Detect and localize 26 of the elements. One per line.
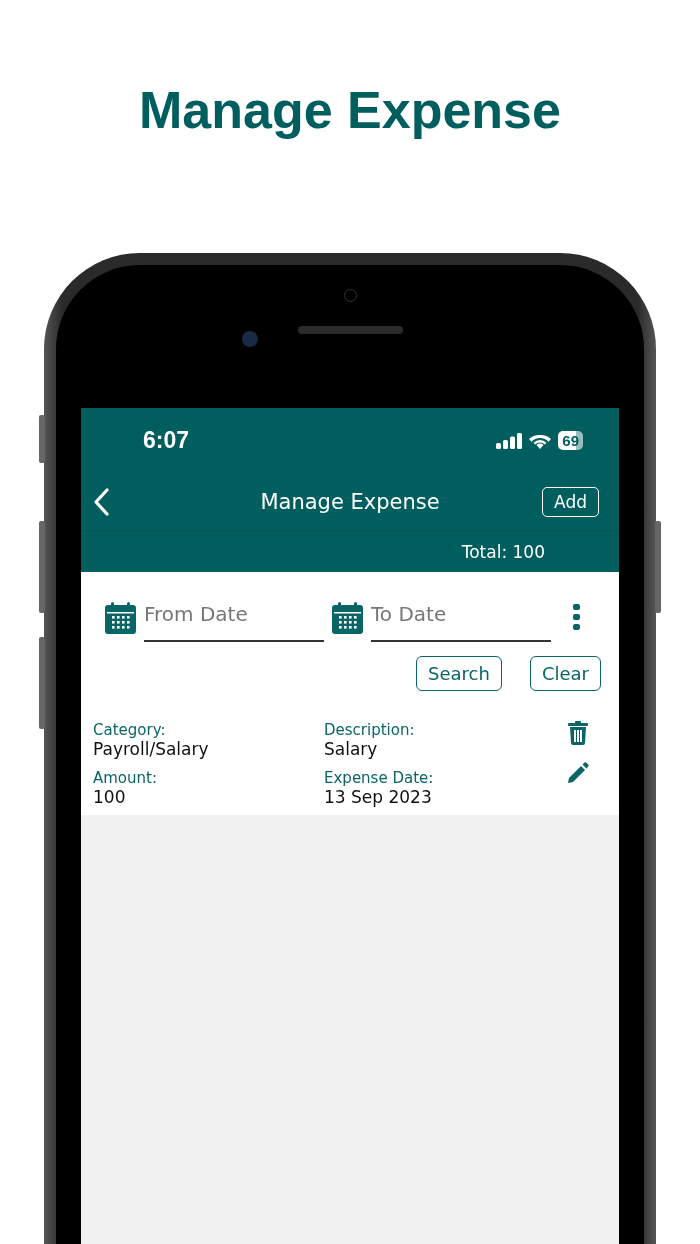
- search-button[interactable]: Search: [416, 656, 502, 691]
- signal-icon: [496, 432, 523, 449]
- field-label: Description:: [324, 721, 416, 739]
- field-label: Amount:: [93, 769, 158, 787]
- edit-pencil-icon[interactable]: [567, 762, 589, 784]
- front-camera-icon: [242, 331, 258, 347]
- calendar-icon[interactable]: [105, 602, 136, 634]
- page-headline: Manage Expense: [139, 80, 561, 140]
- back-icon[interactable]: [93, 487, 109, 516]
- battery-indicator: 69: [558, 431, 583, 450]
- field-label: Expense Date:: [324, 769, 435, 787]
- field-value: 13 Sep 2023: [324, 787, 433, 807]
- status-time: 6:07: [143, 427, 190, 454]
- field-label: Category:: [93, 721, 167, 739]
- field-value: Payroll/Salary: [93, 739, 210, 759]
- add-button[interactable]: Add: [542, 486, 599, 517]
- delete-icon[interactable]: [568, 721, 588, 745]
- more-options-icon[interactable]: [573, 604, 580, 630]
- field-value: 100: [93, 787, 127, 807]
- calendar-icon[interactable]: [332, 602, 363, 634]
- clear-button[interactable]: Clear: [529, 656, 601, 691]
- speaker-grille-icon: [297, 326, 403, 334]
- field-value: Salary: [324, 739, 379, 759]
- total-amount: Total: 100: [461, 541, 545, 562]
- screen-title: Manage Expense: [260, 489, 440, 514]
- wifi-icon: [529, 432, 552, 449]
